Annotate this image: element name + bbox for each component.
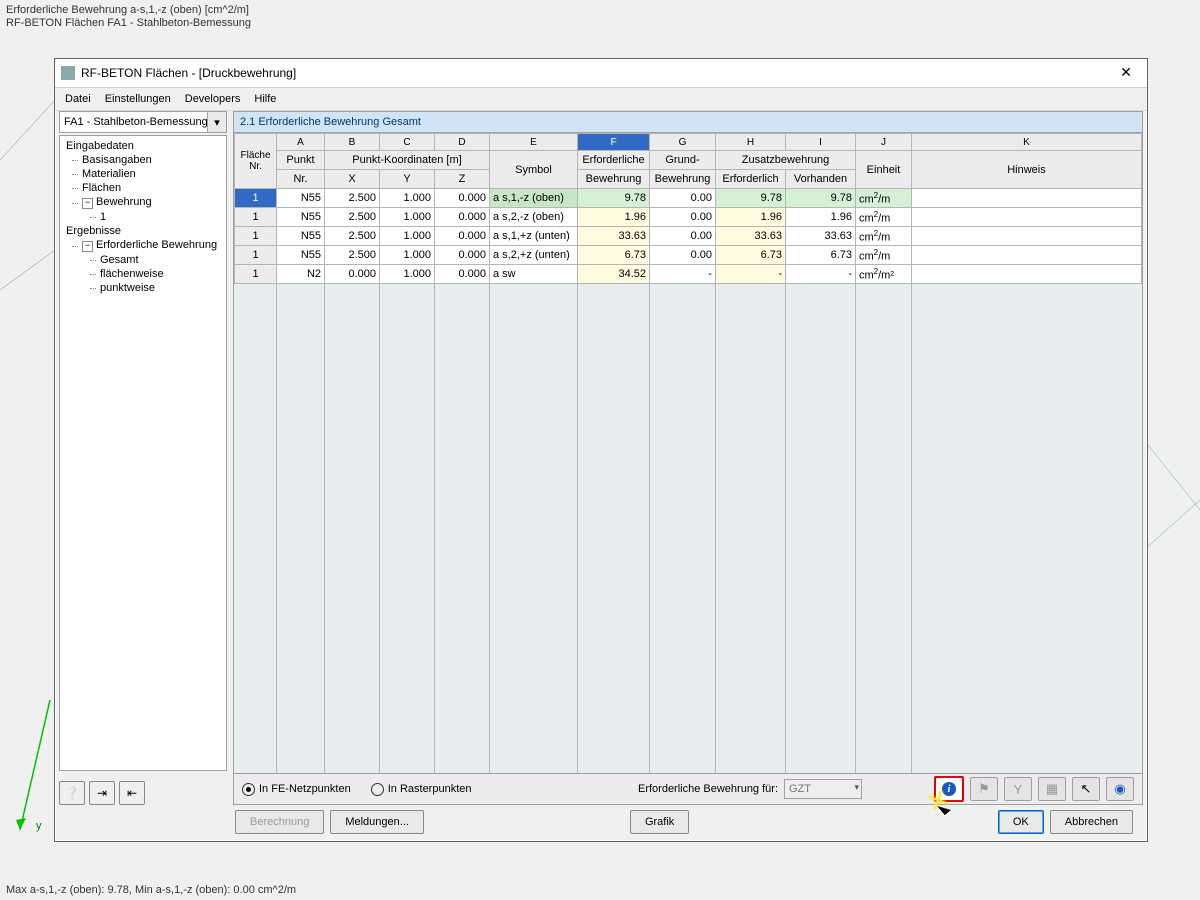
meldungen-button[interactable]: Meldungen... <box>330 810 424 834</box>
col-E[interactable]: E <box>490 134 578 151</box>
section-title: 2.1 Erforderliche Bewehrung Gesamt <box>233 111 1143 132</box>
export-button[interactable]: ⇤ <box>119 781 145 805</box>
tree-punktweise[interactable]: punktweise <box>60 281 226 295</box>
tree-flaechenweise[interactable]: flächenweise <box>60 267 226 281</box>
col-A[interactable]: A <box>277 134 325 151</box>
col-J[interactable]: J <box>856 134 912 151</box>
tree-gesamt[interactable]: Gesamt <box>60 253 226 267</box>
case-combo-value: FA1 - Stahlbeton-Bemessung <box>64 116 208 128</box>
import-button[interactable]: ⇥ <box>89 781 115 805</box>
tree-erf-bewehrung[interactable]: −Erforderliche Bewehrung <box>60 238 226 253</box>
menubar: Datei Einstellungen Developers Hilfe <box>55 88 1147 111</box>
col-I[interactable]: I <box>786 134 856 151</box>
chevron-down-icon: ▾ <box>207 112 226 132</box>
axis-y-icon <box>0 700 60 850</box>
help-button[interactable]: ❔ <box>59 781 85 805</box>
col-D[interactable]: D <box>435 134 490 151</box>
grid-footer: In FE-Netzpunkten In Rasterpunkten Erfor… <box>233 774 1143 805</box>
col-G[interactable]: G <box>650 134 716 151</box>
tree-materialien[interactable]: Materialien <box>60 167 226 181</box>
menu-einstellungen[interactable]: Einstellungen <box>105 93 171 105</box>
nav-tree[interactable]: Eingabedaten Basisangaben Materialien Fl… <box>59 135 227 771</box>
table-row[interactable]: 1N552.5001.0000.000a s,2,+z (unten)6.730… <box>235 246 1142 265</box>
case-combo[interactable]: FA1 - Stahlbeton-Bemessung ▾ <box>59 111 227 133</box>
table-row[interactable]: 1N552.5001.0000.000a s,1,-z (oben)9.780.… <box>235 189 1142 208</box>
radio-rasterpunkte[interactable]: In Rasterpunkten <box>371 783 472 796</box>
col-C[interactable]: C <box>380 134 435 151</box>
bg-label-2: RF-BETON Flächen FA1 - Stahlbeton-Bemess… <box>6 17 251 29</box>
minus-icon[interactable]: − <box>82 241 93 252</box>
tree-eingabedaten[interactable]: Eingabedaten <box>60 139 226 153</box>
chevron-down-icon: ▾ <box>854 782 859 793</box>
eye-button[interactable]: ◉ <box>1106 777 1134 801</box>
axis-y-label: y <box>36 820 42 832</box>
col-K[interactable]: K <box>912 134 1142 151</box>
ok-button[interactable]: OK <box>998 810 1044 834</box>
tree-basisangaben[interactable]: Basisangaben <box>60 153 226 167</box>
abbrechen-button[interactable]: Abbrechen <box>1050 810 1133 834</box>
model-button[interactable]: ▦ <box>1038 777 1066 801</box>
col-F[interactable]: F <box>578 134 650 151</box>
table-row[interactable]: 1N552.5001.0000.000a s,1,+z (unten)33.63… <box>235 227 1142 246</box>
window-title: RF-BETON Flächen - [Druckbewehrung] <box>81 66 1111 80</box>
filter-button[interactable]: Y <box>1004 777 1032 801</box>
tree-bewehrung-1[interactable]: 1 <box>60 210 226 224</box>
tree-ergebnisse[interactable]: Ergebnisse <box>60 224 226 238</box>
table-row[interactable]: 1N552.5001.0000.000a s,2,-z (oben)1.960.… <box>235 208 1142 227</box>
berechnung-button[interactable]: Berechnung <box>235 810 324 834</box>
bg-line-2 <box>1144 440 1200 560</box>
status-text: Max a-s,1,-z (oben): 9.78, Min a-s,1,-z … <box>6 884 296 896</box>
dialog-window: RF-BETON Flächen - [Druckbewehrung] ✕ Da… <box>54 58 1148 842</box>
col-H[interactable]: H <box>716 134 786 151</box>
pick-button[interactable]: ↖ <box>1072 777 1100 801</box>
close-button[interactable]: ✕ <box>1111 63 1141 83</box>
footer-label: Erforderliche Bewehrung für: <box>638 783 778 795</box>
table-row[interactable]: 1N20.0001.0000.000a sw34.52---cm2/m² <box>235 265 1142 284</box>
tree-flaechen[interactable]: Flächen <box>60 181 226 195</box>
bg-label-1: Erforderliche Bewehrung a-s,1,-z (oben) … <box>6 4 249 16</box>
grafik-button[interactable]: Grafik <box>630 810 689 834</box>
flag-button[interactable]: ⚑ <box>970 777 998 801</box>
titlebar: RF-BETON Flächen - [Druckbewehrung] ✕ <box>55 59 1147 88</box>
app-icon <box>61 66 75 80</box>
menu-developers[interactable]: Developers <box>185 93 241 105</box>
results-grid[interactable]: FlächeNr. A B C D E F G H I J K <box>233 132 1143 774</box>
col-B[interactable]: B <box>325 134 380 151</box>
info-button[interactable]: i <box>934 776 964 802</box>
bg-line-1 <box>0 100 60 300</box>
radio-fe-netzpunkte[interactable]: In FE-Netzpunkten <box>242 783 351 796</box>
menu-datei[interactable]: Datei <box>65 93 91 105</box>
tree-bewehrung[interactable]: −Bewehrung <box>60 195 226 210</box>
bewehrung-fuer-combo[interactable]: GZT ▾ <box>784 779 862 799</box>
minus-icon[interactable]: − <box>82 198 93 209</box>
menu-hilfe[interactable]: Hilfe <box>254 93 276 105</box>
